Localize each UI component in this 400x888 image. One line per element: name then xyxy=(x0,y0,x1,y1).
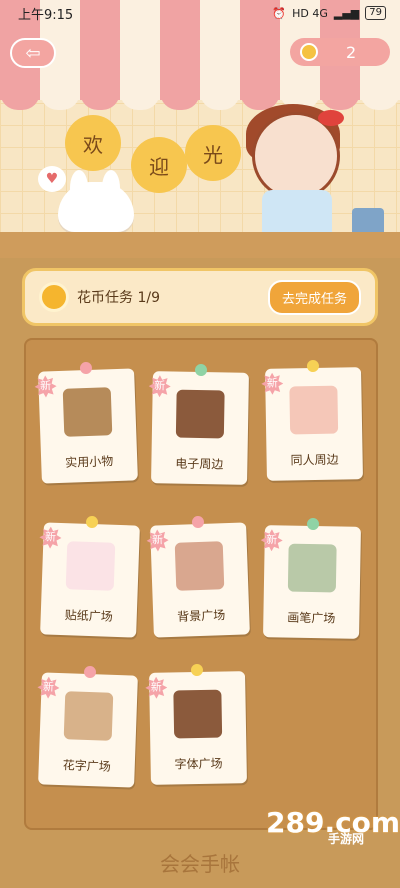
category-label: 字体广场 xyxy=(174,756,223,772)
new-badge: 新 xyxy=(145,677,167,699)
heart-icon: ♥ xyxy=(38,166,66,192)
complete-task-button[interactable]: 去完成任务 xyxy=(267,279,361,315)
category-illustration xyxy=(174,541,225,591)
category-card[interactable]: 新电子周边 xyxy=(149,363,249,485)
category-card[interactable]: 新花字广场 xyxy=(37,665,138,788)
new-badge: 新 xyxy=(149,375,171,397)
category-card[interactable]: 新同人周边 xyxy=(265,359,363,481)
category-label: 实用小物 xyxy=(65,454,114,470)
new-badge: 新 xyxy=(39,526,62,549)
desk-surface xyxy=(0,232,400,258)
category-label: 背景广场 xyxy=(177,608,226,624)
new-badge: 新 xyxy=(34,375,57,398)
pin-icon xyxy=(306,359,320,373)
coin-balance[interactable]: 2 xyxy=(290,38,390,66)
pin-icon xyxy=(85,515,99,529)
watermark: 289.com 手游网 xyxy=(266,806,400,850)
category-card[interactable]: 新画笔广场 xyxy=(261,517,361,639)
category-illustration xyxy=(175,389,225,439)
coin-task-bar: 花币任务 1/9 去完成任务 xyxy=(22,268,378,326)
category-board: 新实用小物新电子周边新同人周边新贴纸广场新背景广场新画笔广场新花字广场新字体广场 xyxy=(24,338,378,830)
category-illustration xyxy=(289,385,339,435)
signal-icon: ▂▄▆ xyxy=(333,6,360,20)
coin-count: 2 xyxy=(346,42,357,62)
new-badge: 新 xyxy=(146,529,169,552)
category-card[interactable]: 新字体广场 xyxy=(149,663,247,785)
category-card[interactable]: 新实用小物 xyxy=(38,361,138,484)
task-progress-label: 花币任务 1/9 xyxy=(77,290,160,306)
category-illustration xyxy=(63,691,114,741)
arrow-left-icon: ⇦ xyxy=(25,42,41,64)
welcome-sign-3: 光 xyxy=(190,130,236,176)
pin-icon xyxy=(190,663,204,677)
beret-icon xyxy=(318,110,344,126)
new-badge: 新 xyxy=(261,373,283,395)
coin-icon xyxy=(39,282,69,312)
coin-icon xyxy=(300,43,318,61)
pin-icon xyxy=(83,665,97,679)
pin-icon xyxy=(79,361,93,375)
status-time: 上午9:15 xyxy=(18,7,74,23)
network-indicator: HD 4G xyxy=(292,6,328,20)
new-badge: 新 xyxy=(37,676,60,699)
category-illustration xyxy=(62,387,113,437)
category-card[interactable]: 新贴纸广场 xyxy=(39,515,140,638)
category-label: 同人周边 xyxy=(290,452,339,468)
bunny-illustration xyxy=(58,182,134,232)
battery-icon: 79 xyxy=(365,6,386,20)
category-illustration xyxy=(287,543,337,593)
status-icons: ⏰ HD 4G ▂▄▆ 79 xyxy=(272,6,386,20)
category-label: 电子周边 xyxy=(175,456,224,472)
pin-icon xyxy=(194,363,208,377)
category-label: 贴纸广场 xyxy=(64,608,113,624)
category-label: 花字广场 xyxy=(62,758,111,774)
category-illustration xyxy=(173,689,223,739)
awning-scallop xyxy=(0,92,400,110)
category-illustration xyxy=(65,541,116,591)
new-badge: 新 xyxy=(261,529,283,551)
status-bar: 上午9:15 ⏰ HD 4G ▂▄▆ 79 xyxy=(0,0,400,26)
footer-brand: 会会手帐 xyxy=(160,852,240,876)
category-label: 画笔广场 xyxy=(287,610,336,626)
welcome-sign-1: 欢 xyxy=(70,120,116,166)
alarm-icon: ⏰ xyxy=(272,6,287,20)
watermark-text: 手游网 xyxy=(328,832,365,846)
pin-icon xyxy=(306,517,320,531)
girl-body xyxy=(262,190,332,238)
welcome-sign-2: 迎 xyxy=(136,142,182,188)
category-card[interactable]: 新背景广场 xyxy=(150,515,250,638)
pin-icon xyxy=(191,515,205,529)
back-button[interactable]: ⇦ xyxy=(10,38,56,68)
